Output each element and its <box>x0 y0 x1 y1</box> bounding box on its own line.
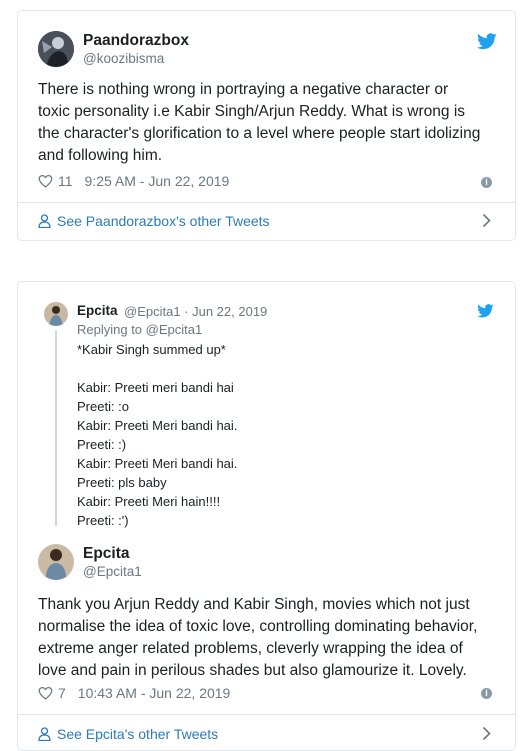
author-handle[interactable]: @koozibisma <box>83 51 164 66</box>
twitter-bird-icon[interactable] <box>477 304 494 318</box>
quoted-text-line: Preeti: :) <box>77 437 127 452</box>
avatar[interactable] <box>38 544 74 580</box>
see-more-tweets-link[interactable]: See Epcita's other Tweets <box>38 724 495 744</box>
thread-connector-line <box>55 330 57 526</box>
quoted-author-name[interactable]: Epcita <box>77 303 118 318</box>
quoted-text-line: *Kabir Singh summed up* <box>77 342 226 357</box>
quoted-text-line: Preeti: :') <box>77 513 129 528</box>
info-icon[interactable]: i <box>481 177 492 188</box>
quoted-avatar[interactable] <box>44 302 68 326</box>
tweet-text-line: Thank you Arjun Reddy and Kabir Singh, m… <box>38 596 470 613</box>
quoted-handle-date[interactable]: @Epcita1 · Jun 22, 2019 <box>124 304 267 319</box>
like-count[interactable]: 7 <box>58 685 66 701</box>
quoted-text-line: Preeti: :o <box>77 399 130 414</box>
tweet-meta: 11 9:25 AM - Jun 22, 2019 <box>38 173 229 189</box>
quoted-text-line: Preeti: pls baby <box>77 475 167 490</box>
tweet-text: There is nothing wrong in portraying a n… <box>38 79 480 167</box>
embedded-tweet-card: Paandorazbox @koozibisma There is nothin… <box>17 10 516 241</box>
quoted-text-line: Kabir: Preeti Meri hain!!!! <box>77 494 221 509</box>
tweet-meta: 7 10:43 AM - Jun 22, 2019 <box>38 685 230 701</box>
see-more-label: See Epcita's other Tweets <box>57 726 219 742</box>
avatar[interactable] <box>38 31 74 67</box>
author-handle[interactable]: @Epcita1 <box>83 564 142 579</box>
tweet-text-line: extreme anger related problems, cleverly… <box>38 640 463 657</box>
replying-to[interactable]: Replying to @Epcita1 <box>77 322 202 337</box>
tweet-text-line: There is nothing wrong in portraying a n… <box>38 81 449 98</box>
tweet-text-line: love and pain in perilous shades but als… <box>38 662 467 679</box>
like-count[interactable]: 11 <box>58 173 73 189</box>
divider <box>18 202 515 203</box>
quoted-text-line: Kabir: Preeti Meri bandi hai. <box>77 456 238 471</box>
tweet-text-line: toxic personality i.e Kabir Singh/Arjun … <box>38 103 466 120</box>
tweet-text-line: the character's glorification to a level… <box>38 125 481 142</box>
quoted-text-line: Kabir: Preeti Meri bandi hai. <box>77 418 238 433</box>
info-icon[interactable]: i <box>481 688 492 699</box>
tweet-text-line: and following him. <box>38 147 163 164</box>
author-name[interactable]: Paandorazbox <box>83 32 189 50</box>
person-icon <box>38 214 51 228</box>
heart-icon[interactable] <box>38 174 53 188</box>
heart-icon[interactable] <box>38 686 53 700</box>
see-more-tweets-link[interactable]: See Paandorazbox's other Tweets <box>38 211 495 231</box>
see-more-label: See Paandorazbox's other Tweets <box>57 213 270 229</box>
tweet-text: Thank you Arjun Reddy and Kabir Singh, m… <box>38 594 477 682</box>
divider <box>18 714 515 715</box>
quoted-tweet-text: *Kabir Singh summed up* Kabir: Preeti me… <box>77 340 237 530</box>
quoted-text-line: Kabir: Preeti meri bandi hai <box>77 380 234 395</box>
twitter-bird-icon[interactable] <box>477 33 497 50</box>
timestamp[interactable]: 9:25 AM - Jun 22, 2019 <box>85 173 230 189</box>
tweet-text-line: normalise the idea of toxic love, contro… <box>38 618 478 635</box>
embedded-tweet-card: Epcita @Epcita1 · Jun 22, 2019 Replying … <box>17 281 516 751</box>
timestamp[interactable]: 10:43 AM - Jun 22, 2019 <box>78 685 231 701</box>
chevron-right-icon <box>482 213 491 228</box>
quoted-text-line <box>77 359 237 378</box>
author-name[interactable]: Epcita <box>83 545 130 563</box>
